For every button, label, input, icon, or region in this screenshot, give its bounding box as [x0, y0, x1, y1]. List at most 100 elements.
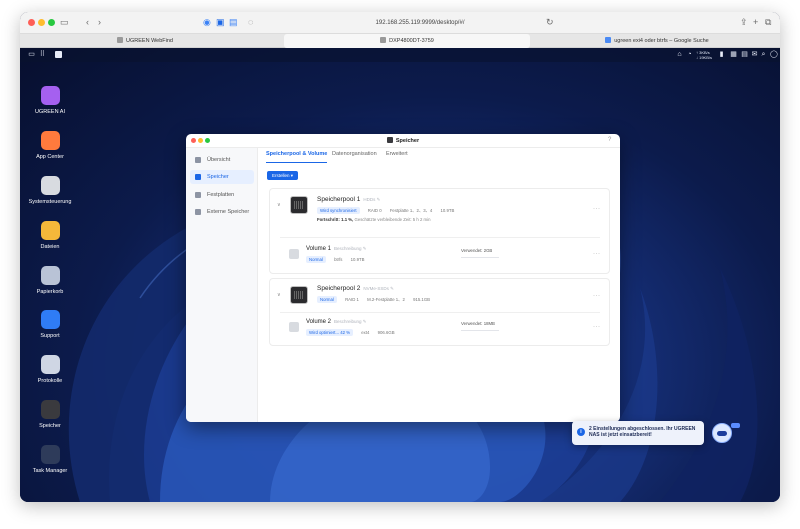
close-window-button[interactable]: [28, 19, 35, 26]
sidebar-item-festplatten[interactable]: Festplatten: [190, 188, 254, 202]
volume-more-icon[interactable]: ···: [593, 324, 601, 330]
pool-title: Speicherpool 1 HDDs ✎: [317, 196, 380, 203]
support-icon: [40, 310, 60, 329]
extension-icon[interactable]: ◉: [203, 17, 211, 28]
tab-google-search[interactable]: ugreen exi4 oder btrfs – Google Suche: [534, 34, 780, 48]
setup-notification[interactable]: i 2 Einstellungen abgeschlossen. Ihr UGR…: [572, 421, 704, 445]
window-title: Speicher: [186, 137, 620, 144]
tab-erweitert[interactable]: Erweitert: [386, 151, 408, 163]
desktop-app-papierkorb[interactable]: Papierkorb: [26, 266, 74, 295]
desktop-app-protokolle[interactable]: Protokolle: [26, 355, 74, 384]
volume-used: Verwendet: 2GB: [461, 248, 493, 253]
reload-icon[interactable]: ↻: [546, 17, 554, 28]
volume-name: Volume 1: [306, 246, 332, 252]
zoom-window-button[interactable]: [48, 19, 55, 26]
app-label: Dateien: [40, 244, 60, 250]
desktop-app-support[interactable]: Support: [26, 310, 74, 339]
desktop-app-systemsteuerung[interactable]: Systemsteuerung: [26, 176, 74, 205]
desktop-app-app-center[interactable]: App Center: [26, 131, 74, 160]
desktop-app-task-manager[interactable]: Task Manager: [26, 445, 74, 474]
collapse-chevron-icon[interactable]: ∨: [277, 292, 281, 298]
minimize-window-button[interactable]: [38, 19, 45, 26]
app-grid-icon[interactable]: ⠿: [39, 51, 46, 58]
privacy-icon: ◌: [248, 17, 254, 27]
app-label: Task Manager: [32, 468, 68, 474]
notification-text: 2 Einstellungen abgeschlossen. Ihr UGREE…: [589, 426, 696, 438]
widgets-icon[interactable]: ▦: [730, 51, 737, 58]
address-bar[interactable]: 192.168.255.119:9999/desktop/#/: [270, 16, 570, 30]
new-tab-icon[interactable]: +: [753, 17, 758, 28]
speed-icon: ◔: [687, 51, 692, 58]
usb-drive-icon: [195, 209, 201, 215]
volume-size: 906.6GB: [377, 330, 395, 335]
desktop-app-ugreen-ai[interactable]: UGREEN AI: [26, 86, 74, 115]
raid-level: RAID 1: [345, 297, 359, 302]
volume-description[interactable]: Beschreibung ✎: [334, 246, 367, 251]
create-button[interactable]: Erstellen ▾: [267, 171, 299, 180]
tab-dxp4800[interactable]: DXP4800DT-3759: [284, 34, 530, 48]
overview-icon: [195, 157, 201, 163]
usb-icon[interactable]: ▮: [718, 51, 725, 58]
back-icon[interactable]: ‹: [86, 17, 89, 28]
user-icon[interactable]: ◯: [770, 51, 778, 58]
show-desktop-icon[interactable]: ▭: [28, 51, 35, 58]
app-label: Speicher: [39, 423, 61, 429]
desktop-app-dateien[interactable]: Dateien: [26, 221, 74, 250]
search-icon[interactable]: ⌕: [760, 51, 767, 58]
pool-disks: M.2-Festplatte 1、2: [367, 297, 405, 302]
home-icon[interactable]: ⌂: [676, 51, 683, 58]
tab-label: ugreen exi4 oder btrfs – Google Suche: [614, 38, 709, 44]
task-manager-icon: [40, 445, 60, 464]
pool-capacity: 10.9TB: [440, 208, 455, 213]
control-panel-icon: [40, 176, 60, 195]
pool-title: Speicherpool 2 NVMe-SSDs ✎: [317, 285, 394, 292]
desktop-app-speicher[interactable]: Speicher: [26, 400, 74, 429]
sidebar-toggle-icon[interactable]: ▭: [60, 17, 69, 28]
share-icon[interactable]: ⇪: [740, 17, 748, 28]
app-label: Protokolle: [37, 378, 63, 384]
sidebar-item-label: Speicher: [207, 174, 229, 180]
volume-used: Verwendet: 18MB: [461, 321, 495, 326]
volume-title: Volume 2 Beschreibung ✎: [306, 319, 367, 325]
app-label: UGREEN AI: [35, 109, 65, 115]
pool-name: Speicherpool 2: [317, 285, 361, 292]
volume-description[interactable]: Beschreibung ✎: [334, 319, 367, 324]
trash-icon: [40, 266, 60, 285]
storage-icon: [195, 174, 201, 180]
hdd-pool-icon: [290, 196, 308, 214]
assistant-avatar-icon[interactable]: [712, 423, 732, 443]
assistant-badge: [731, 423, 740, 428]
browser-toolbar: ▭ ‹ › ◉ ▣ ▤ ◌ 192.168.255.119:9999/deskt…: [20, 12, 780, 34]
pool-name: Speicherpool 1: [317, 196, 361, 203]
volume-more-icon[interactable]: ···: [593, 251, 601, 257]
sidebar-item-speicher[interactable]: Speicher: [190, 170, 254, 184]
volume-icon: [289, 249, 299, 259]
pool-capacity: 915.1GB: [413, 297, 431, 302]
help-icon[interactable]: ?: [608, 137, 611, 143]
shield-icon[interactable]: ▣: [216, 17, 225, 28]
storage-app-icon[interactable]: [55, 51, 62, 58]
tab-datenorganisation[interactable]: Datenorganisation: [332, 151, 377, 163]
sidebar-item-uebersicht[interactable]: Übersicht: [190, 153, 254, 167]
collapse-chevron-icon[interactable]: ∨: [277, 202, 281, 208]
sync-progress: Fortschritt: 1.1 %, Geschätzte verbleibe…: [317, 217, 430, 222]
pool-description[interactable]: HDDs ✎: [363, 197, 380, 202]
messages-icon[interactable]: ✉: [751, 51, 758, 58]
storage-pool-card: ∨ Speicherpool 2 NVMe-SSDs ✎ Normal RAID …: [269, 278, 610, 346]
notifications-icon[interactable]: ▤: [741, 51, 748, 58]
chart-extension-icon[interactable]: ▤: [229, 17, 238, 28]
download-speed: ↓ 19KB/s: [696, 55, 713, 60]
volume-meta: Normal btrfs 10.9TB: [306, 256, 371, 263]
sidebar-item-externe-speicher[interactable]: Externe Speicher: [190, 205, 254, 219]
pool-more-icon[interactable]: ···: [593, 293, 601, 299]
tab-overview-icon[interactable]: ⧉: [765, 17, 771, 28]
ssd-pool-icon: [290, 286, 308, 304]
pool-description[interactable]: NVMe-SSDs ✎: [363, 286, 394, 291]
pool-meta: Wird synchronisiert RAID 0 Festplatte 1、…: [317, 207, 461, 214]
tab-ugreen-webfind[interactable]: UGREEN WebFind: [20, 34, 270, 48]
progress-remaining: Geschätzte verbleibende Zeit: 5 h 2 min: [354, 217, 431, 222]
window-titlebar[interactable]: Speicher ?: [186, 134, 620, 148]
pool-more-icon[interactable]: ···: [593, 206, 601, 212]
forward-icon[interactable]: ›: [98, 17, 101, 28]
tab-speicherpool-volume[interactable]: Speicherpool & Volume: [266, 151, 328, 163]
